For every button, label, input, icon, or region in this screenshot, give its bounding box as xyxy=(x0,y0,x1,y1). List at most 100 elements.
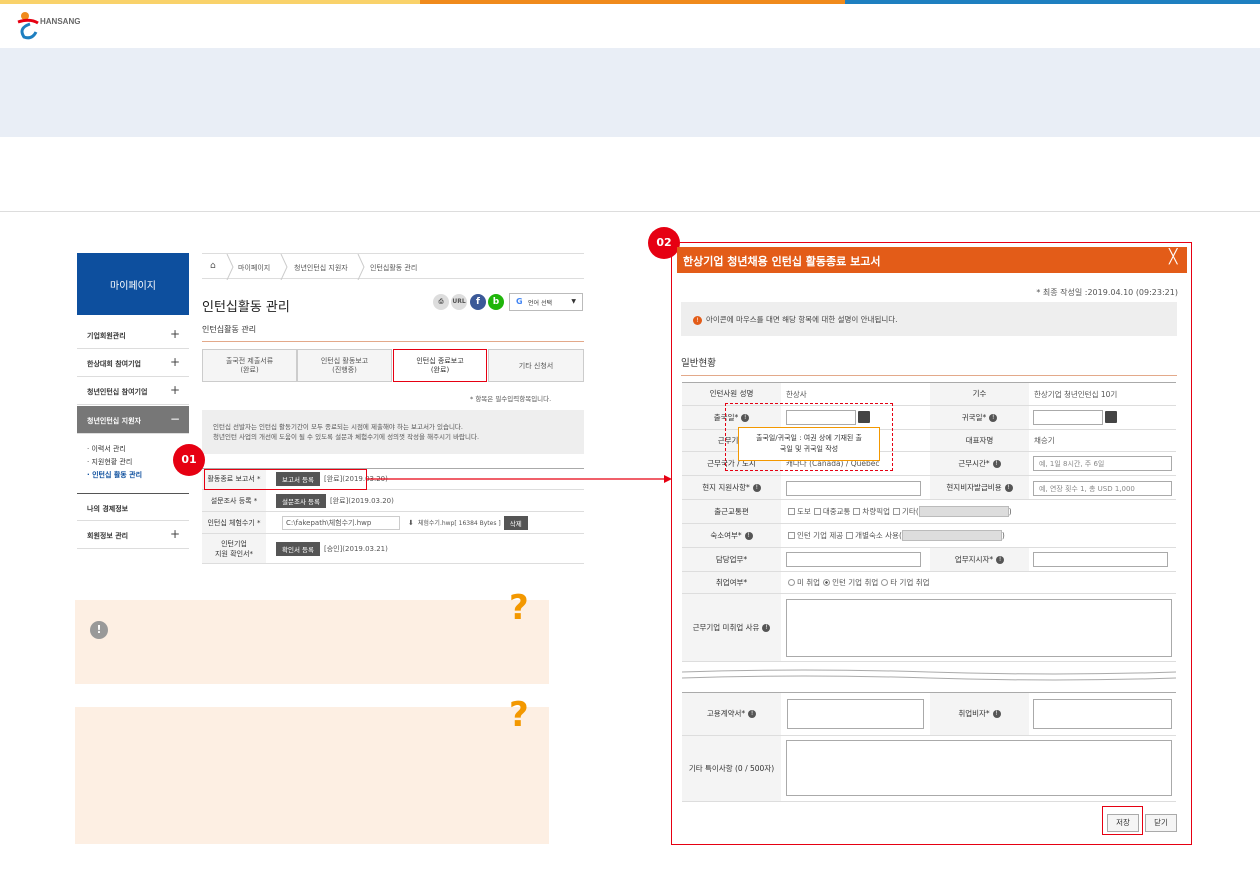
sidebar-item-company[interactable]: 기업회원관리 + xyxy=(77,321,189,349)
info-icon[interactable]: ! xyxy=(748,710,757,718)
language-select[interactable]: G 언어 선택 ▼ xyxy=(509,293,583,311)
housing-other-input[interactable] xyxy=(901,530,1002,541)
sidebar-item-intern-applicant[interactable]: 청년인턴십 지원자 − xyxy=(77,406,189,434)
print-icon[interactable]: ⎙ xyxy=(433,294,449,310)
table-row: 인턴십 체험수기 * C:\fakepath\체험수기.hwp ⬇ 체험수기.hwp… xyxy=(202,512,584,534)
calendar-icon[interactable] xyxy=(1105,411,1117,423)
close-button[interactable]: 닫기 xyxy=(1145,814,1177,832)
confirm-register-button[interactable]: 확인서 등록 xyxy=(276,541,320,556)
question-icon: ? xyxy=(509,588,529,628)
info-icon[interactable]: ! xyxy=(989,413,998,422)
note-box: ? xyxy=(75,695,549,844)
blog-icon[interactable]: b xyxy=(488,294,504,310)
sidebar-item-hansang-participant[interactable]: 한상대회 참여기업 + xyxy=(77,349,189,377)
facebook-icon[interactable]: f xyxy=(470,294,486,310)
table-row: 인턴기업 지원 확인서* 확인서 등록 [승인](2019.03.21) xyxy=(202,534,584,564)
return-date-input[interactable] xyxy=(1033,410,1103,425)
checkbox[interactable] xyxy=(788,508,795,515)
download-icon[interactable]: ⬇ xyxy=(408,519,414,527)
tab-activity-report[interactable]: 인턴십 활동보고 (진행중) xyxy=(297,349,392,382)
sidebar-item-member[interactable]: 회원정보 관리 + xyxy=(77,521,189,549)
sidebar-sub-application[interactable]: · 지원현황 관리 xyxy=(87,457,132,467)
sidebar-title[interactable]: 마이페이지 xyxy=(77,253,189,315)
home-icon[interactable]: ⌂ xyxy=(210,261,216,271)
highlight-box xyxy=(1102,806,1143,835)
form-row: 근무기업 미취업 사유! xyxy=(682,594,1176,662)
checkbox[interactable] xyxy=(893,508,901,515)
radio[interactable] xyxy=(788,579,795,586)
checkbox[interactable] xyxy=(813,508,821,515)
google-icon: G xyxy=(516,297,523,306)
info-box: 인턴십 선발자는 인턴십 활동기간이 모두 종료되는 시점에 제출해야 하는 보… xyxy=(202,410,584,454)
info-icon[interactable]: ! xyxy=(762,623,771,632)
checkbox[interactable] xyxy=(846,532,854,539)
page-title: 인턴십활동 관리 xyxy=(202,300,290,315)
highlight-box xyxy=(204,469,367,490)
step-badge-01: 01 xyxy=(173,444,205,476)
form-row: 고용계약서*! 취업비자*! xyxy=(682,692,1176,736)
close-icon[interactable]: ╳ xyxy=(1169,249,1177,265)
note-box: ! ? xyxy=(75,588,549,684)
representative-name: 채승기 xyxy=(1034,436,1055,445)
etc-textarea[interactable] xyxy=(786,740,1172,796)
supervisor-input[interactable] xyxy=(1033,552,1168,567)
break-divider xyxy=(682,669,1176,681)
required-note: * 항목은 필수입력항목입니다. xyxy=(470,395,552,403)
checkbox[interactable] xyxy=(853,508,861,515)
divider xyxy=(0,211,1260,212)
cohort-value: 한상기업 청년인턴십 10기 xyxy=(1034,389,1118,399)
radio[interactable] xyxy=(881,579,889,586)
sidebar-item-intern-company[interactable]: 청년인턴십 참여기업 + xyxy=(77,377,189,405)
form-row: 현지 지원사항*! 현지비자발급비용! 예, 연장 횟수 1, 총 USD 1,… xyxy=(682,476,1176,500)
sidebar-sub-resume[interactable]: · 이력서 관리 xyxy=(87,444,126,454)
tab-other[interactable]: 기타 신청서 xyxy=(488,349,584,382)
breadcrumb-item[interactable]: 마이페이지 xyxy=(238,263,270,273)
local-support-input[interactable] xyxy=(786,481,921,496)
top-accent-line xyxy=(0,0,1260,4)
chevron-icon xyxy=(357,254,365,280)
commute-other-input[interactable] xyxy=(918,506,1009,517)
delete-button[interactable]: 삭제 xyxy=(503,515,528,530)
checkbox[interactable] xyxy=(788,532,795,539)
duty-input[interactable] xyxy=(786,552,921,567)
url-icon[interactable]: URL xyxy=(451,294,467,310)
survey-register-button[interactable]: 설문조사 등록 xyxy=(276,493,326,508)
info-icon[interactable]: ! xyxy=(752,483,761,492)
dropdown-icon: ▼ xyxy=(571,298,576,305)
breadcrumb-item[interactable]: 청년인턴십 지원자 xyxy=(294,263,348,273)
last-edit-date: * 최종 작성일 :2019.04.10 (09:23:21) xyxy=(1036,288,1178,297)
form-row: 숙소여부*! 인턴 기업 제공 개별숙소 사용( ) xyxy=(682,524,1176,548)
form-row: 담당업무* 업무지시자*! xyxy=(682,548,1176,572)
info-icon[interactable]: ! xyxy=(744,531,753,540)
form-row: 취업여부* 미 취업 인턴 기업 취업 타 기업 취업 xyxy=(682,572,1176,594)
info-icon[interactable]: ! xyxy=(1004,483,1013,492)
info-icon[interactable]: ! xyxy=(996,555,1005,564)
modal-title: 한상기업 청년채용 인턴십 활동종료 보고서 xyxy=(677,247,1187,273)
info-icon: ! xyxy=(693,316,702,325)
visa-cost-input[interactable]: 예, 연장 횟수 1, 총 USD 1,000 xyxy=(1033,481,1172,496)
sidebar-sub-activity[interactable]: · 인턴십 활동 관리 xyxy=(87,470,142,480)
chevron-icon xyxy=(226,254,234,280)
hero-banner xyxy=(0,48,1260,137)
step-badge-02: 02 xyxy=(648,227,680,259)
intern-name: 한상사 xyxy=(786,389,807,399)
form-row: 출근교통편 도보 대중교통 차량픽업 기타( ) xyxy=(682,500,1176,524)
sidebar-item-economy[interactable]: 나의 경제정보 xyxy=(77,493,189,521)
work-hours-input[interactable]: 예, 1일 8시간, 주 6일 xyxy=(1033,456,1172,471)
table-row: 설문조사 등록 * 설문조사 등록 [완료](2019.03.20) xyxy=(202,490,584,512)
info-icon[interactable]: ! xyxy=(992,710,1001,718)
section-subtitle: 인턴십활동 관리 xyxy=(202,324,584,342)
form-row: 기타 특이사항 (0 / 500자) xyxy=(682,736,1176,802)
contract-upload[interactable] xyxy=(787,699,924,729)
warning-icon: ! xyxy=(90,621,108,639)
info-icon[interactable]: ! xyxy=(992,459,1001,468)
tab-final-report[interactable]: 인턴십 종료보고 (완료) xyxy=(393,349,487,382)
breadcrumb-item[interactable]: 인턴십활동 관리 xyxy=(370,263,417,273)
reason-textarea[interactable] xyxy=(786,599,1172,657)
tooltip: 출국일/귀국일 : 여권 상에 기재된 출 국일 및 귀국일 작성 xyxy=(738,427,880,461)
work-visa-upload[interactable] xyxy=(1033,699,1172,729)
tab-pre-departure[interactable]: 출국전 제출서류 (완료) xyxy=(202,349,297,382)
file-path-input[interactable]: C:\fakepath\체험수기.hwp xyxy=(282,515,400,530)
radio[interactable] xyxy=(823,579,831,586)
arrow-connector xyxy=(366,475,672,483)
